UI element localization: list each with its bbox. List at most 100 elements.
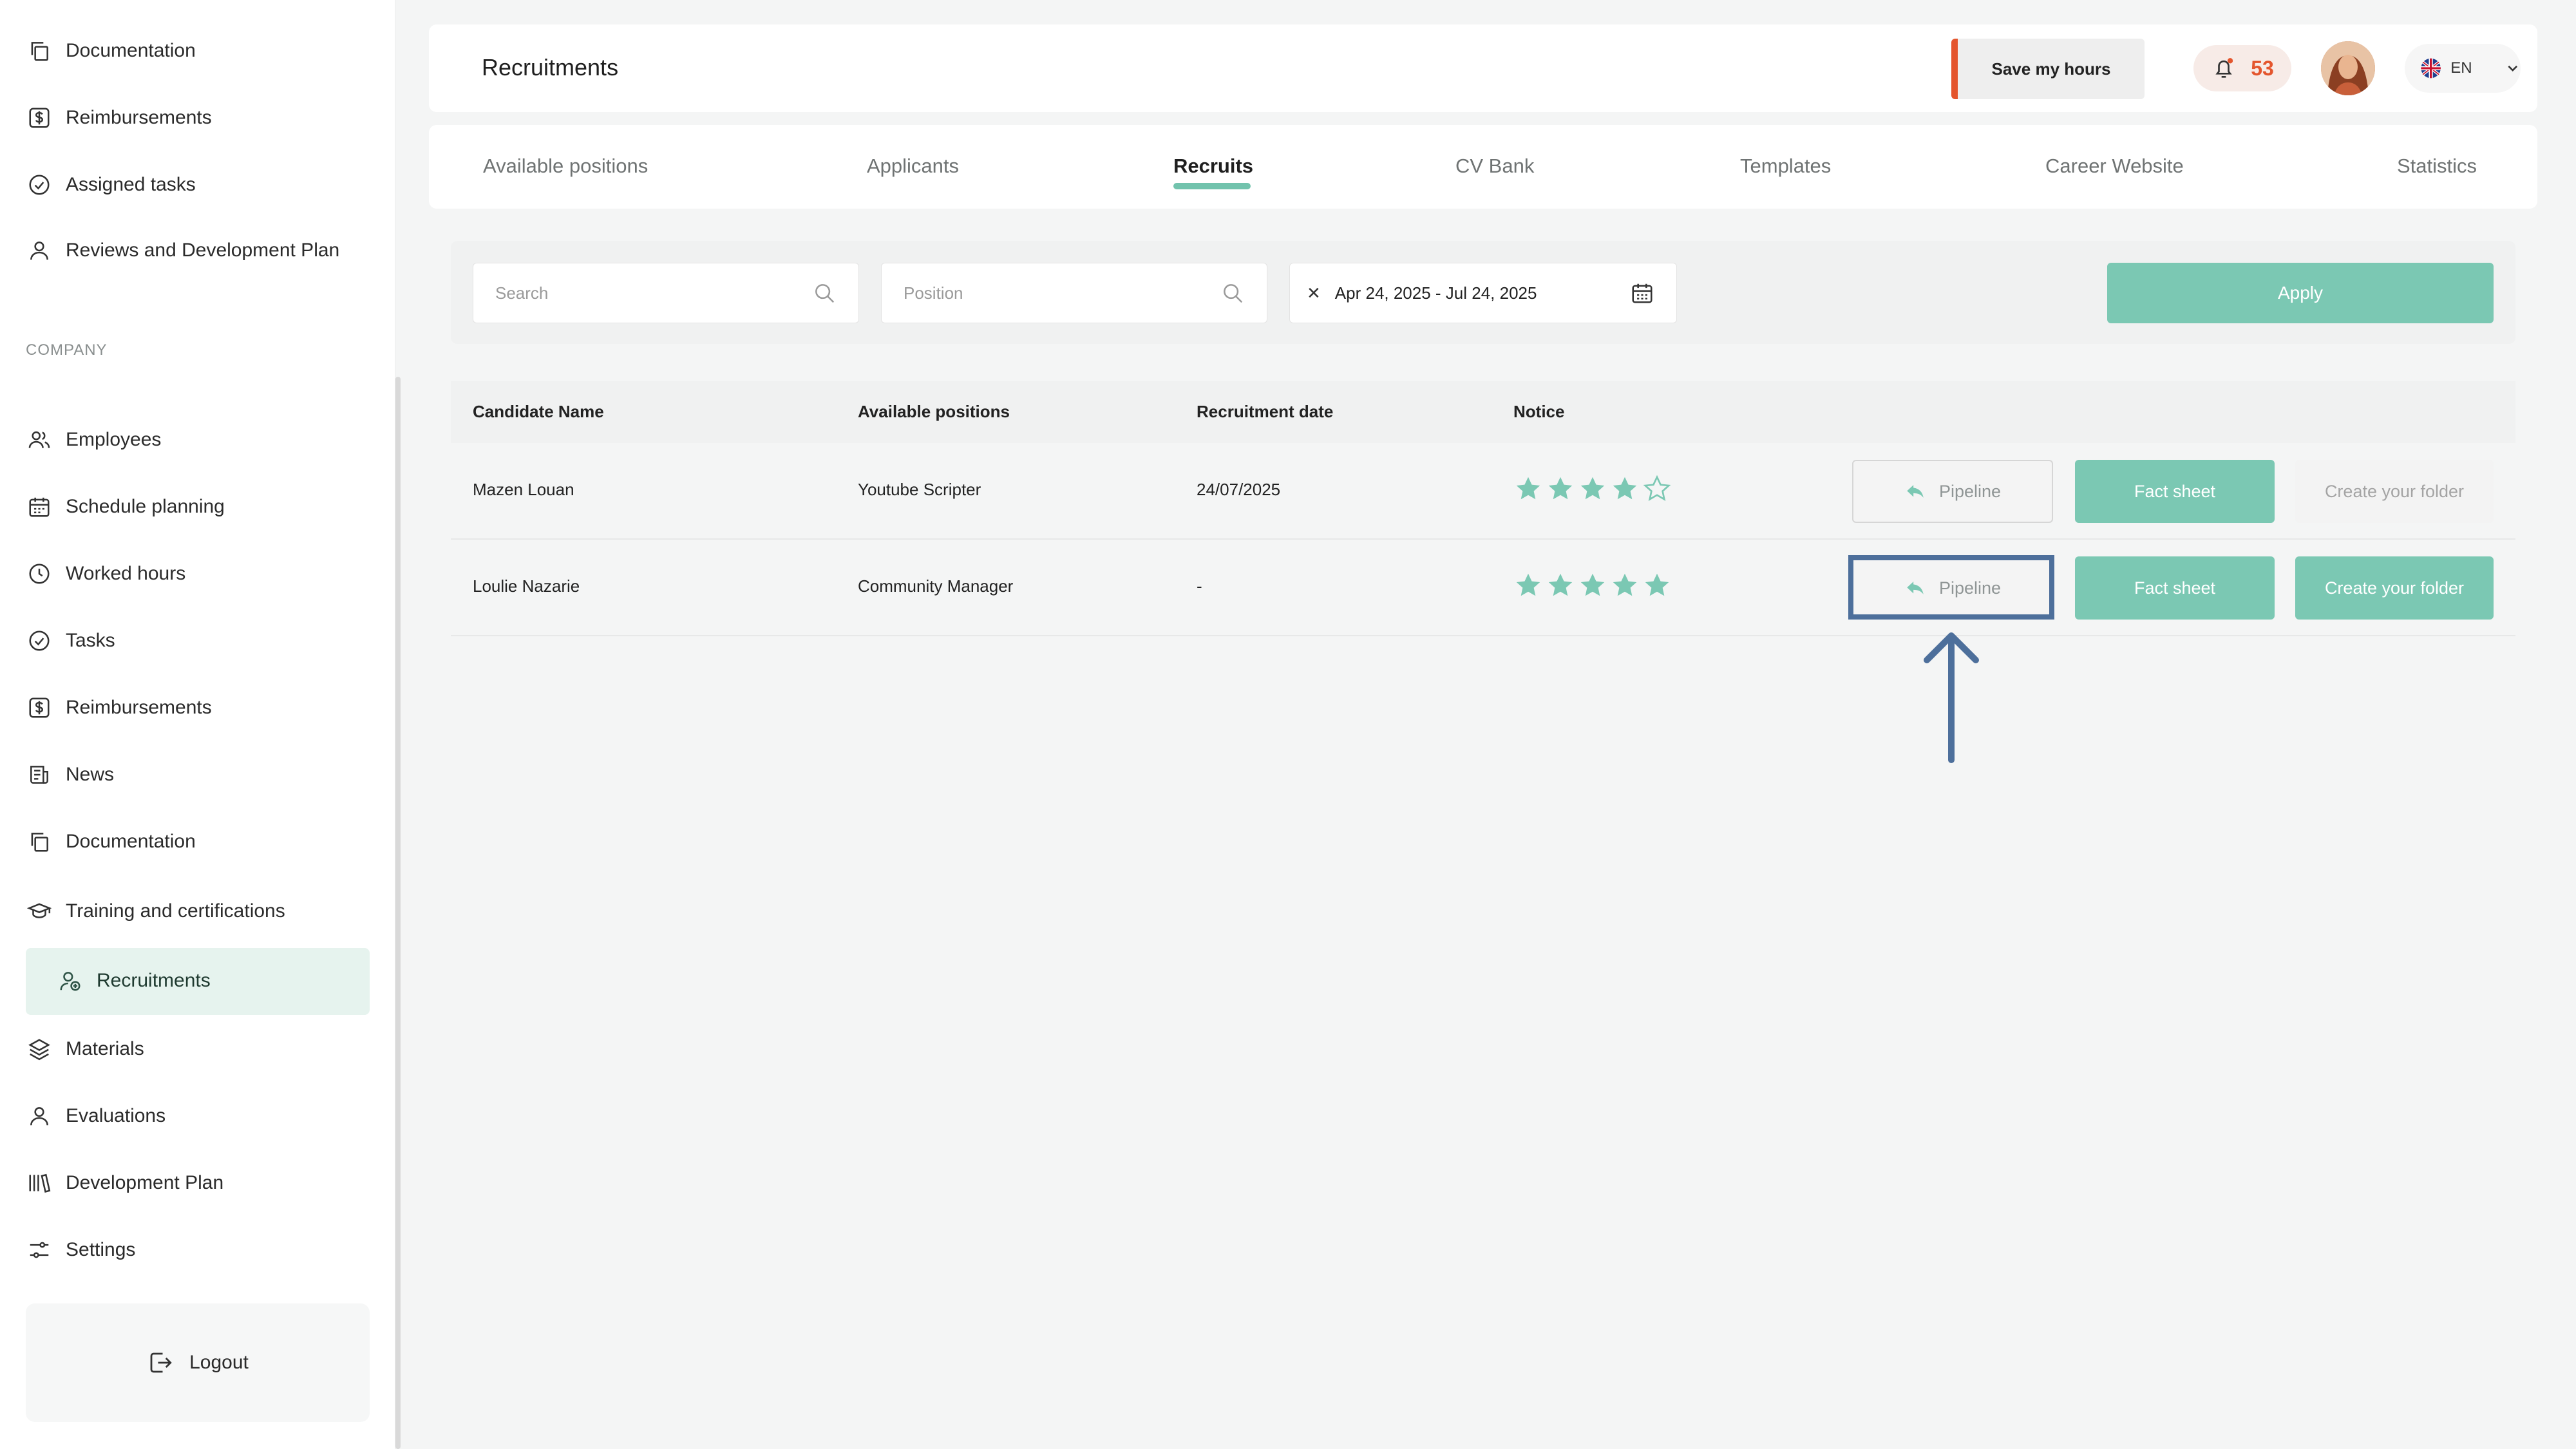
sidebar-item-label: Settings	[66, 1239, 136, 1260]
star-filled-icon	[1548, 573, 1573, 596]
sidebar-item-evaluations[interactable]: Evaluations	[26, 1101, 166, 1131]
sidebar-scrollbar[interactable]	[395, 377, 401, 1449]
sidebar-item-label: Recruitments	[97, 970, 211, 991]
calendar-icon[interactable]	[1630, 281, 1654, 305]
create-folder-button[interactable]: Create your folder	[2295, 556, 2494, 620]
reply-icon	[1907, 485, 1924, 498]
users-icon	[26, 426, 53, 453]
search-field	[473, 263, 859, 323]
sidebar-item-employees[interactable]: Employees	[26, 425, 161, 455]
pipeline-button[interactable]: Pipeline	[1852, 460, 2053, 523]
sidebar-item-reimbursements-top[interactable]: Reimbursements	[26, 103, 212, 133]
copy-icon	[26, 828, 53, 855]
star-filled-icon	[1580, 573, 1605, 596]
sidebar-item-schedule-planning[interactable]: Schedule planning	[26, 492, 225, 522]
user-icon	[26, 237, 53, 264]
sidebar-item-label: Development Plan	[66, 1172, 224, 1193]
date-range-field[interactable]: ✕ Apr 24, 2025 - Jul 24, 2025	[1289, 263, 1677, 323]
star-empty-icon	[1643, 475, 1671, 501]
sidebar-item-recruitments[interactable]: Recruitments	[57, 966, 211, 996]
date-range-value: Apr 24, 2025 - Jul 24, 2025	[1334, 283, 1537, 303]
create-folder-button[interactable]: Create your folder	[2295, 460, 2494, 523]
clear-date-icon[interactable]: ✕	[1307, 283, 1321, 303]
tab-cv-bank[interactable]: CV Bank	[1455, 155, 1534, 178]
tab-recruits[interactable]: Recruits	[1173, 155, 1253, 178]
active-tab-indicator	[1173, 183, 1251, 189]
sidebar-item-tasks[interactable]: Tasks	[26, 626, 115, 656]
sidebar-item-materials[interactable]: Materials	[26, 1034, 144, 1064]
tab-templates[interactable]: Templates	[1740, 155, 1831, 178]
apply-button[interactable]: Apply	[2107, 263, 2494, 323]
notification-button[interactable]: 53	[2193, 45, 2291, 91]
star-filled-icon	[1516, 573, 1540, 596]
avatar[interactable]	[2321, 41, 2375, 95]
check-circle-icon	[26, 171, 53, 198]
books-icon	[26, 1170, 53, 1197]
sidebar-item-label: Reviews and Development Plan	[66, 240, 340, 261]
sidebar-item-label: Documentation	[66, 831, 196, 852]
sidebar-item-label: Documentation	[66, 40, 196, 61]
sidebar-item-documentation[interactable]: Documentation	[26, 827, 196, 857]
search-input[interactable]	[495, 283, 812, 303]
tab-career-website[interactable]: Career Website	[2045, 155, 2184, 178]
sidebar-item-label: Reimbursements	[66, 697, 212, 718]
chevron-down-icon	[2507, 65, 2517, 72]
sidebar-item-settings[interactable]: Settings	[26, 1235, 135, 1265]
fact-sheet-button[interactable]: Fact sheet	[2075, 556, 2275, 620]
dollar-icon	[26, 694, 53, 721]
sidebar-item-documentation-top[interactable]: Documentation	[26, 36, 196, 66]
sidebar-item-label: Tasks	[66, 630, 115, 651]
logout-button[interactable]: Logout	[26, 1303, 370, 1422]
column-header-notice: Notice	[1513, 402, 1565, 421]
tab-applicants[interactable]: Applicants	[867, 155, 959, 178]
candidate-position: Community Manager	[858, 576, 1014, 596]
sidebar: Documentation Reimbursements Assigned ta…	[0, 0, 395, 1449]
sidebar-item-label: Assigned tasks	[66, 174, 196, 195]
filter-bar: ✕ Apr 24, 2025 - Jul 24, 2025 Apply	[451, 241, 2515, 344]
search-icon[interactable]	[812, 281, 837, 305]
section-label-company: COMPANY	[26, 341, 108, 359]
star-rating	[1513, 571, 1674, 600]
sidebar-item-label: Worked hours	[66, 563, 186, 584]
bell-icon	[2215, 58, 2233, 78]
sidebar-item-assigned-tasks[interactable]: Assigned tasks	[26, 170, 196, 200]
uk-flag-icon	[2421, 58, 2441, 79]
sidebar-item-development-plan[interactable]: Development Plan	[26, 1168, 223, 1198]
language-selector[interactable]: EN	[2405, 44, 2521, 93]
calendar-icon	[26, 493, 53, 520]
recruitment-date: -	[1197, 576, 1202, 596]
position-input[interactable]	[904, 283, 1220, 303]
sidebar-item-worked-hours[interactable]: Worked hours	[26, 559, 185, 589]
newspaper-icon	[26, 761, 53, 788]
check-circle-icon	[26, 627, 53, 654]
fact-sheet-button[interactable]: Fact sheet	[2075, 460, 2275, 523]
sidebar-item-label: News	[66, 764, 115, 785]
user-icon	[26, 1103, 53, 1130]
sidebar-item-news[interactable]: News	[26, 760, 114, 790]
star-filled-icon	[1645, 573, 1669, 596]
sidebar-item-reviews[interactable]: Reviews and Development Plan	[26, 236, 349, 265]
sidebar-item-reimbursements[interactable]: Reimbursements	[26, 693, 212, 723]
sidebar-item-label: Training and certifications	[66, 900, 285, 922]
table-row: Mazen Louan Youtube Scripter 24/07/2025 …	[451, 443, 2515, 540]
search-icon[interactable]	[1220, 281, 1245, 305]
user-add-icon	[57, 967, 84, 994]
annotation-highlight-box	[1848, 555, 2054, 620]
layers-icon	[26, 1036, 53, 1063]
position-field	[881, 263, 1267, 323]
logout-icon	[150, 1352, 172, 1373]
tab-available-positions[interactable]: Available positions	[483, 155, 648, 178]
candidate-name: Loulie Nazarie	[473, 576, 580, 596]
star-filled-icon	[1548, 477, 1573, 500]
column-header-position: Available positions	[858, 402, 1010, 421]
sidebar-item-label: Evaluations	[66, 1105, 166, 1126]
tab-statistics[interactable]: Statistics	[2397, 155, 2477, 178]
star-filled-icon	[1613, 573, 1637, 596]
clock-icon	[26, 560, 53, 587]
save-my-hours-button[interactable]: Save my hours	[1951, 39, 2145, 99]
sidebar-item-label: Schedule planning	[66, 496, 225, 517]
column-header-recruitment-date: Recruitment date	[1197, 402, 1334, 421]
annotation-arrow-icon	[1924, 632, 1979, 763]
tab-bar: Available positions Applicants Recruits …	[429, 125, 2537, 209]
sidebar-item-training[interactable]: Training and certifications	[26, 896, 285, 926]
